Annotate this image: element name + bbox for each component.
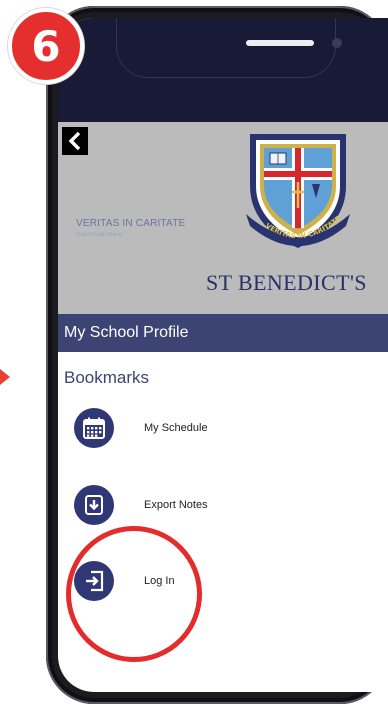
login-icon (74, 561, 114, 601)
step-number-badge: 6 (8, 8, 84, 84)
bookmarks-heading: Bookmarks (64, 368, 150, 387)
speaker-icon (246, 40, 314, 46)
school-banner: VERITAS IN CARITATE VERITAS IN CARITATE … (58, 122, 388, 314)
school-name: ST BENEDICT'S (206, 270, 367, 295)
school-motto: VERITAS IN CARITATE (76, 218, 186, 229)
menu-item-label: My Schedule (144, 422, 208, 434)
calendar-icon (74, 408, 114, 448)
menu-item-my-schedule[interactable]: My Schedule (74, 406, 374, 450)
status-bar (58, 18, 388, 122)
pointer-arrow-icon (0, 369, 10, 385)
profile-header-title: My School Profile (64, 324, 189, 341)
phone-frame: VERITAS IN CARITATE VERITAS IN CARITATE … (46, 6, 388, 704)
camera-icon (332, 38, 342, 48)
menu-item-log-in[interactable]: Log In (74, 559, 374, 603)
menu-item-export-notes[interactable]: Export Notes (74, 483, 374, 527)
school-motto-translation: Truth through Charity (76, 232, 124, 238)
phone-screen: VERITAS IN CARITATE VERITAS IN CARITATE … (58, 18, 388, 692)
menu-item-label: Log In (144, 575, 175, 587)
school-crest-logo: VERITAS IN CARITATE (246, 134, 350, 248)
phone-notch (116, 18, 342, 78)
download-icon (74, 485, 114, 525)
back-button[interactable] (62, 127, 88, 155)
profile-header: My School Profile (58, 314, 388, 352)
menu-item-label: Export Notes (144, 499, 208, 511)
chevron-left-icon (68, 131, 81, 151)
